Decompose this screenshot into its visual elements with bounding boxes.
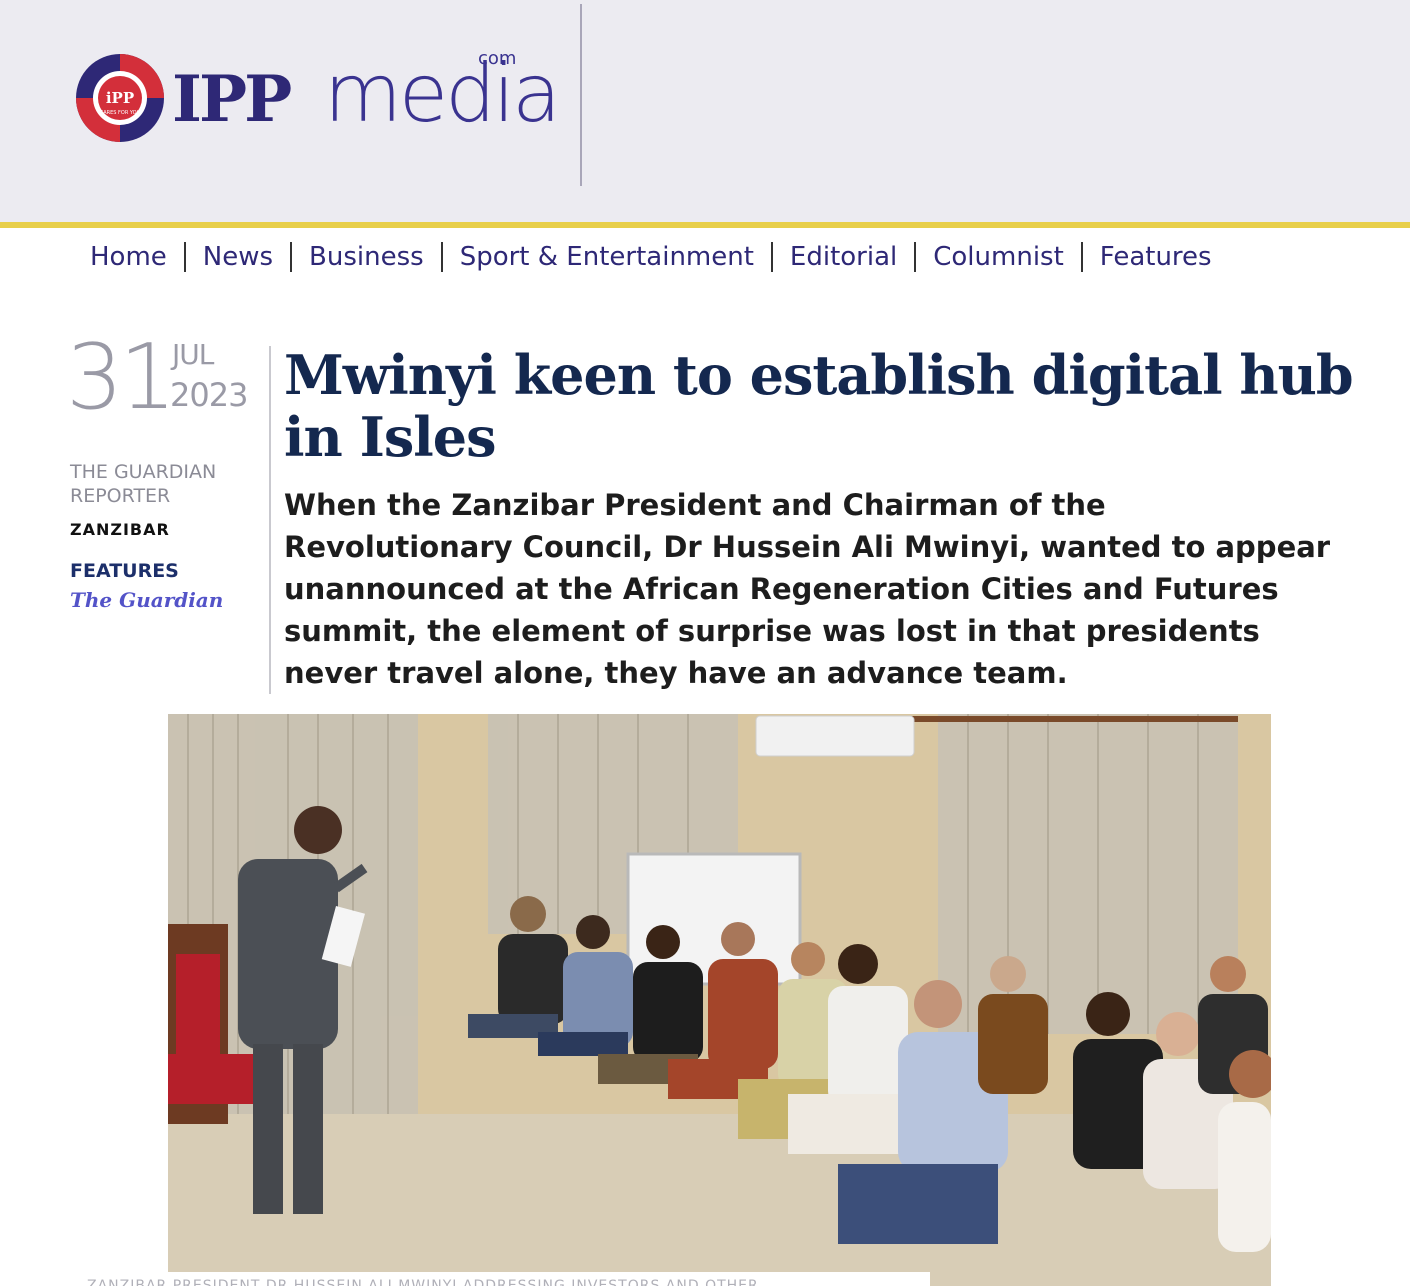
main-nav: Home News Business Sport & Entertainment… (90, 234, 1212, 280)
ipp-logo-mark-icon: iPP CARES FOR YOU (76, 54, 164, 142)
meta-divider (269, 346, 271, 694)
masthead: iPP CARES FOR YOU IPP media com (0, 0, 1410, 222)
nav-item-columnist[interactable]: Columnist (933, 242, 1064, 272)
photo-caption: ZANZIBAR PRESIDENT DR HUSSEIN ALI MWINYI… (87, 1278, 759, 1286)
article-date-month: JUL (172, 338, 214, 371)
article-headline: Mwinyi keen to establish digital hub in … (284, 343, 1354, 469)
section-link-features[interactable]: FEATURES (70, 560, 179, 582)
article-author: THE GUARDIAN REPORTER (70, 461, 217, 507)
gold-rule (0, 222, 1410, 228)
logo-tagline: CARES FOR YOU (100, 110, 141, 116)
article-location: ZANZIBAR (70, 520, 170, 539)
nav-item-home[interactable]: Home (90, 242, 167, 272)
nav-separator (914, 242, 917, 272)
logo-badge-text: iPP (106, 89, 134, 107)
nav-item-business[interactable]: Business (309, 242, 424, 272)
nav-separator (440, 242, 443, 272)
nav-item-editorial[interactable]: Editorial (790, 242, 897, 272)
article-date-year: 2023 (170, 376, 248, 414)
nav-item-news[interactable]: News (203, 242, 273, 272)
nav-separator (290, 242, 293, 272)
nav-item-features[interactable]: Features (1100, 242, 1212, 272)
nav-separator (770, 242, 773, 272)
logo-ipp-text: IPP (172, 62, 292, 137)
ippmedia-logo[interactable]: iPP CARES FOR YOU IPP media com (72, 48, 561, 148)
article-photo (168, 714, 1271, 1286)
article-date-day: 31 (66, 325, 177, 430)
article-standfirst: When the Zanzibar President and Chairman… (284, 488, 1331, 690)
article-photo-illustration (168, 714, 1271, 1286)
masthead-divider (580, 4, 582, 186)
nav-item-sport-entertainment[interactable]: Sport & Entertainment (460, 242, 754, 272)
logo-com-text: com (478, 48, 517, 69)
nav-separator (183, 242, 186, 272)
photo-caption-strip: ZANZIBAR PRESIDENT DR HUSSEIN ALI MWINYI… (75, 1272, 930, 1286)
logo-media-text: media (324, 47, 561, 140)
publication-name: The Guardian (70, 588, 224, 612)
nav-separator (1080, 242, 1083, 272)
